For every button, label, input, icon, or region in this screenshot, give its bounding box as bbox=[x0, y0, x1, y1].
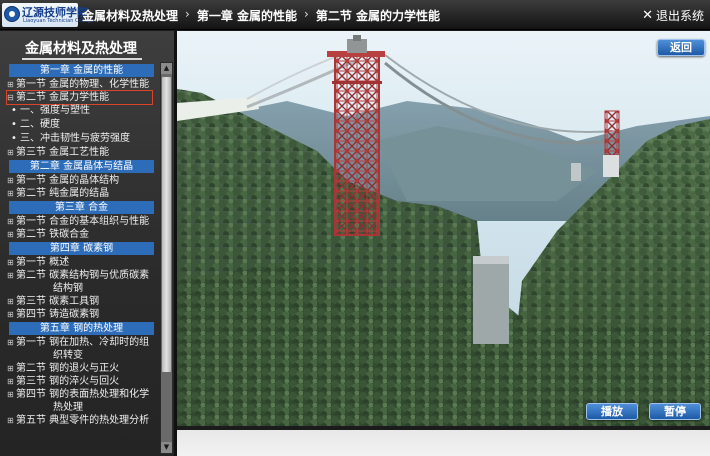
expand-icon[interactable]: ⊞ bbox=[7, 336, 14, 349]
section-5-3[interactable]: ⊞ 第三节 钢的淬火与回火 bbox=[7, 375, 157, 388]
scroll-down-icon[interactable]: ▼ bbox=[161, 442, 172, 453]
expand-icon[interactable]: ⊞ bbox=[7, 215, 14, 228]
section-4-2[interactable]: ⊞ 第二节 碳素结构钢与优质碳素 结构钢 bbox=[7, 269, 157, 295]
sidebar-title: 金属材料及热处理 bbox=[25, 41, 137, 57]
subsection-hardness[interactable]: • 二、硬度 bbox=[7, 118, 157, 132]
section-5-2[interactable]: ⊞ 第二节 钢的退火与正火 bbox=[7, 362, 157, 375]
section-1-2-selected[interactable]: ⊟ 第二节 金属力学性能 bbox=[6, 90, 153, 105]
pause-button[interactable]: 暂停 bbox=[649, 403, 701, 420]
sidebar: 金属材料及热处理 第一章 金属的性能 ⊞ 第一节 金属的物理、化学性能 ⊟ 第二节 … bbox=[0, 31, 176, 456]
expand-icon[interactable]: ⊞ bbox=[7, 388, 14, 401]
expand-icon[interactable]: ⊞ bbox=[7, 228, 14, 241]
breadcrumb-course[interactable]: 金属材料及热处理 bbox=[82, 7, 178, 24]
expand-icon[interactable]: ⊞ bbox=[7, 414, 14, 427]
breadcrumb-separator: › bbox=[185, 7, 190, 21]
section-5-1[interactable]: ⊞ 第一节 钢在加热、冷却时的组 织转变 bbox=[7, 336, 157, 362]
animation-viewer bbox=[177, 31, 710, 426]
chapter-2[interactable]: 第二章 金属晶体与结晶 bbox=[9, 160, 154, 173]
section-2-1[interactable]: ⊞ 第一节 金属的晶体结构 bbox=[7, 174, 157, 187]
breadcrumb-chapter[interactable]: 第一章 金属的性能 bbox=[197, 7, 297, 24]
expand-icon[interactable]: ⊞ bbox=[7, 308, 14, 321]
school-emblem-icon bbox=[4, 6, 20, 22]
section-3-1[interactable]: ⊞ 第一节 合金的基本组织与性能 bbox=[7, 215, 157, 228]
scroll-thumb[interactable] bbox=[162, 77, 171, 372]
chapter-3[interactable]: 第三章 合金 bbox=[9, 201, 154, 214]
expand-icon[interactable]: ⊞ bbox=[7, 78, 14, 91]
play-button[interactable]: 播放 bbox=[586, 403, 638, 420]
sidebar-scrollbar[interactable]: ▲ ▼ bbox=[160, 62, 173, 454]
breadcrumb: 金属材料及热处理 › 第一章 金属的性能 › 第二节 金属的力学性能 bbox=[82, 7, 440, 24]
bullet-icon: • bbox=[11, 133, 17, 144]
viewer-footer bbox=[177, 426, 710, 456]
breadcrumb-separator: › bbox=[304, 7, 309, 21]
expand-icon[interactable]: ⊞ bbox=[7, 269, 14, 282]
section-5-4[interactable]: ⊞ 第四节 钢的表面热处理和化学 热处理 bbox=[7, 388, 157, 414]
expand-icon[interactable]: ⊞ bbox=[7, 187, 14, 200]
chapter-1[interactable]: 第一章 金属的性能 bbox=[9, 64, 154, 77]
subsection-strength[interactable]: • 一、强度与塑性 bbox=[7, 104, 157, 118]
chapter-menu: 第一章 金属的性能 ⊞ 第一节 金属的物理、化学性能 ⊟ 第二节 金属力学性能 • 一… bbox=[6, 63, 157, 427]
close-icon: ✕ bbox=[642, 8, 653, 23]
exit-label: 退出系统 bbox=[655, 9, 704, 23]
expand-icon[interactable]: ⊞ bbox=[7, 174, 14, 187]
section-4-4[interactable]: ⊞ 第四节 铸造碳素钢 bbox=[7, 308, 157, 321]
section-4-3[interactable]: ⊞ 第三节 碳素工具钢 bbox=[7, 295, 157, 308]
expand-icon[interactable]: ⊞ bbox=[7, 146, 14, 159]
scroll-up-icon[interactable]: ▲ bbox=[161, 63, 172, 74]
back-button[interactable]: 返回 bbox=[657, 39, 705, 56]
bridge-scene-image bbox=[177, 31, 710, 426]
section-4-1[interactable]: ⊞ 第一节 概述 bbox=[7, 256, 157, 269]
section-1-3[interactable]: ⊞ 第三节 金属工艺性能 bbox=[7, 146, 157, 159]
chapter-4[interactable]: 第四章 碳素钢 bbox=[9, 242, 154, 255]
section-1-1[interactable]: ⊞ 第一节 金属的物理、化学性能 bbox=[7, 78, 157, 91]
chapter-5[interactable]: 第五章 钢的热处理 bbox=[9, 322, 154, 335]
section-2-2[interactable]: ⊞ 第二节 纯金属的结晶 bbox=[7, 187, 157, 200]
breadcrumb-section: 第二节 金属的力学性能 bbox=[315, 9, 441, 23]
section-5-5[interactable]: ⊞ 第五节 典型零件的热处理分析 bbox=[7, 414, 157, 427]
bullet-icon: • bbox=[11, 105, 17, 116]
school-logo: 辽源技师学院 Liaoyuan Technician College bbox=[2, 3, 94, 27]
subsection-impact[interactable]: • 三、冲击韧性与疲劳强度 bbox=[7, 132, 157, 146]
collapse-icon[interactable]: ⊟ bbox=[7, 91, 14, 104]
title-underline bbox=[22, 58, 142, 60]
section-3-2[interactable]: ⊞ 第二节 铁碳合金 bbox=[7, 228, 157, 241]
title-bar: 辽源技师学院 Liaoyuan Technician College 金属材料及… bbox=[0, 0, 710, 30]
expand-icon[interactable]: ⊞ bbox=[7, 362, 14, 375]
expand-icon[interactable]: ⊞ bbox=[7, 375, 14, 388]
expand-icon[interactable]: ⊞ bbox=[7, 295, 14, 308]
exit-button[interactable]: ✕ 退出系统 bbox=[642, 7, 704, 24]
expand-icon[interactable]: ⊞ bbox=[7, 256, 14, 269]
bullet-icon: • bbox=[11, 119, 17, 130]
